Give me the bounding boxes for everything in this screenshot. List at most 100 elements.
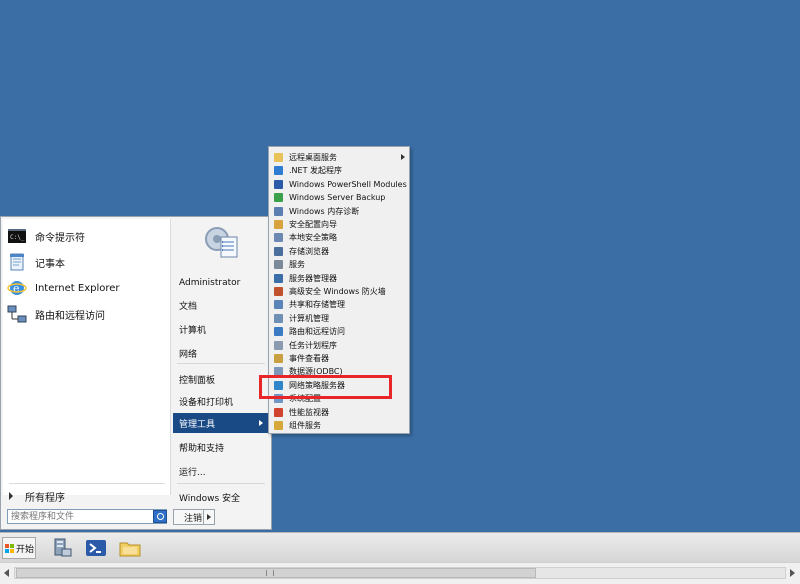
submenu-item[interactable]: 任务计划程序	[271, 339, 407, 352]
submenu-item[interactable]: 本地安全策略	[271, 231, 407, 244]
submenu-item-label: 路由和远程访问	[289, 327, 345, 337]
submenu-item-label: 服务器管理器	[289, 273, 337, 283]
logoff-label: 注销	[183, 513, 202, 524]
control-panel-link[interactable]: 控制面板	[173, 369, 269, 389]
admin-tools-link[interactable]: 管理工具	[173, 413, 269, 433]
component-services-icon	[274, 421, 283, 430]
submenu-item-label: 安全配置向导	[289, 220, 337, 229]
security-icon	[274, 220, 283, 229]
all-programs-button[interactable]: 所有程序	[3, 487, 169, 505]
submenu-item-label: 高级安全 Windows 防火墙	[289, 287, 386, 296]
submenu-item-label: 事件查看器	[289, 354, 329, 363]
separator	[177, 483, 265, 484]
storage-icon	[274, 246, 283, 256]
firewall-icon	[274, 287, 283, 296]
windows-security-link[interactable]: Windows 安全	[173, 487, 269, 507]
server-manager-icon	[274, 273, 283, 283]
submenu-item[interactable]: 远程桌面服务	[271, 151, 407, 164]
pinned-item-label: 路由和远程访问	[35, 310, 105, 322]
documents-link[interactable]: 文档	[173, 295, 269, 315]
submenu-item[interactable]: 路由和远程访问	[271, 325, 407, 338]
submenu-item-label: 共享和存储管理	[289, 300, 345, 310]
memory-icon	[274, 206, 283, 216]
run-link[interactable]: 运行...	[173, 461, 269, 481]
submenu-item[interactable]: 组件服务	[271, 419, 407, 432]
submenu-item[interactable]: 共享和存储管理	[271, 298, 407, 311]
run-label: 运行...	[179, 467, 206, 478]
pinned-item-internet-explorer[interactable]: e Internet Explorer	[7, 277, 167, 299]
submenu-item[interactable]: 服务	[271, 258, 407, 271]
scroll-grip-icon	[266, 570, 274, 576]
submenu-item[interactable]: Windows 内存诊断	[271, 205, 407, 218]
dotnet-icon	[274, 166, 283, 176]
devices-printers-link[interactable]: 设备和打印机	[173, 391, 269, 411]
scheduler-icon	[274, 340, 283, 350]
submenu-item[interactable]: Windows Server Backup	[271, 191, 407, 204]
share-icon	[274, 300, 283, 310]
pinned-item-label: 命令提示符	[35, 232, 85, 244]
pinned-item-notepad[interactable]: 记事本	[7, 251, 167, 273]
policy-icon	[274, 233, 283, 243]
user-name[interactable]: Administrator	[173, 273, 269, 293]
submenu-item[interactable]: 高级安全 Windows 防火墙	[271, 285, 407, 298]
submenu-item-label: 本地安全策略	[289, 233, 337, 243]
shutdown-options-button[interactable]	[203, 509, 215, 525]
pinned-item-cmd[interactable]: C:\_ 命令提示符	[7, 225, 167, 247]
network-link[interactable]: 网络	[173, 343, 269, 363]
services-icon	[274, 260, 283, 270]
submenu-item-label: 服务	[289, 260, 305, 270]
search-icon[interactable]	[153, 510, 167, 523]
submenu-item-label: 存储浏览器	[289, 246, 329, 256]
submenu-item[interactable]: 存储浏览器	[271, 245, 407, 258]
computer-management-icon	[274, 313, 283, 323]
explorer-folder-icon[interactable]	[118, 537, 142, 559]
start-menu: C:\_ 命令提示符 记事本 e Internet Explorer 路由和远程…	[0, 216, 272, 530]
search-input[interactable]	[7, 509, 167, 524]
documents-label: 文档	[179, 301, 198, 312]
powershell-icon	[274, 179, 283, 189]
separator	[177, 363, 265, 364]
submenu-item[interactable]: 性能监视器	[271, 406, 407, 419]
pinned-item-label: 记事本	[35, 258, 65, 270]
submenu-item-label: 组件服务	[289, 421, 321, 430]
submenu-item[interactable]: Windows PowerShell Modules	[271, 178, 407, 191]
cmd-icon: C:\_	[7, 226, 27, 246]
server-manager-icon[interactable]	[50, 537, 74, 559]
scroll-thumb[interactable]	[16, 568, 536, 578]
help-support-link[interactable]: 帮助和支持	[173, 437, 269, 457]
submenu-item[interactable]: .NET 发起程序	[271, 164, 407, 177]
notepad-icon	[7, 252, 27, 272]
user-name-label: Administrator	[179, 278, 241, 288]
powershell-icon[interactable]	[84, 537, 108, 559]
pinned-item-routing[interactable]: 路由和远程访问	[7, 303, 167, 325]
ie-icon: e	[7, 278, 27, 298]
taskbar: 开始	[0, 532, 800, 562]
start-menu-pinned-pane: C:\_ 命令提示符 记事本 e Internet Explorer 路由和远程…	[3, 219, 171, 495]
network-label: 网络	[179, 349, 198, 360]
devices-printers-label: 设备和打印机	[179, 397, 234, 408]
admin-tools-label: 管理工具	[179, 419, 216, 430]
user-picture-icon	[201, 223, 241, 263]
scroll-left-icon[interactable]	[4, 569, 9, 577]
submenu-item-label: 任务计划程序	[289, 340, 337, 350]
help-support-label: 帮助和支持	[179, 443, 225, 454]
network-icon	[7, 304, 27, 324]
start-menu-right-pane: Administrator 文档 计算机 网络 控制面板 设备和打印机 管理工具…	[173, 219, 269, 509]
pinned-item-label: Internet Explorer	[35, 282, 120, 294]
scroll-right-icon[interactable]	[790, 569, 795, 577]
submenu-item[interactable]: 服务器管理器	[271, 272, 407, 285]
submenu-item[interactable]: 事件查看器	[271, 352, 407, 365]
submenu-item-label: 计算机管理	[289, 313, 329, 323]
horizontal-scrollbar[interactable]	[0, 562, 800, 584]
start-button[interactable]: 开始	[2, 537, 36, 559]
submenu-item[interactable]: 安全配置向导	[271, 218, 407, 231]
windows-security-label: Windows 安全	[179, 493, 241, 504]
control-panel-label: 控制面板	[179, 375, 216, 386]
submenu-item-label: .NET 发起程序	[289, 166, 343, 176]
submenu-item[interactable]: 计算机管理	[271, 312, 407, 325]
chevron-right-icon	[9, 492, 13, 500]
routing-icon	[274, 327, 283, 337]
computer-link[interactable]: 计算机	[173, 319, 269, 339]
submenu-item-label: Windows Server Backup	[289, 193, 386, 203]
submenu-item-label: Windows 内存诊断	[289, 206, 360, 216]
